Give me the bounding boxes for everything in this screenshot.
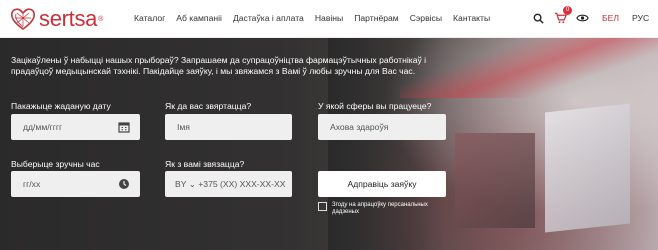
search-icon[interactable]	[531, 11, 545, 25]
nav-news[interactable]: Навіны	[315, 13, 343, 23]
consent-checkbox[interactable]	[318, 202, 327, 211]
nav-catalog[interactable]: Каталог	[134, 13, 165, 23]
consent-text: Згоду на апрацоўку персанальных дадзеных	[332, 202, 428, 215]
nav-about[interactable]: Аб кампаніі	[176, 13, 222, 23]
cart-icon[interactable]: 0	[553, 6, 572, 25]
sphere-select[interactable]: Ахова здароўя	[318, 114, 446, 140]
heart-logo-icon	[10, 8, 36, 30]
site-header: sertsa ® Каталог Аб кампаніі Дастаўка і а…	[0, 0, 658, 38]
date-label: Пакажыце жаданую дату	[11, 101, 111, 111]
phone-field[interactable]: BY ⌄ +375 (XX) XXX-XX-XX	[165, 171, 292, 197]
hero-section: Зацікаўлены ў набыцці нашых прыбораў? За…	[0, 38, 658, 250]
calendar-icon[interactable]	[118, 121, 130, 133]
header-actions: 0 БЕЛ РУС	[531, 6, 649, 25]
name-placeholder: Імя	[177, 122, 190, 132]
time-label: Выберыце зручны час	[11, 159, 100, 169]
name-field[interactable]: Імя	[165, 114, 292, 140]
eye-icon[interactable]	[575, 11, 589, 25]
nav-contacts[interactable]: Кантакты	[453, 13, 490, 23]
name-label: Як да вас звяртацца?	[165, 101, 252, 111]
sphere-value: Ахова здароўя	[330, 122, 389, 132]
cart-count-badge: 0	[563, 6, 572, 15]
date-placeholder: дд/мм/гггг	[23, 122, 63, 132]
product-box-decoration	[455, 133, 535, 228]
date-field[interactable]: дд/мм/гггг	[11, 114, 140, 140]
submit-button[interactable]: Адправіць заяўку	[318, 171, 446, 197]
product-box-decoration	[545, 103, 630, 233]
clock-icon[interactable]	[118, 178, 130, 190]
time-field[interactable]: гг/хх	[11, 171, 140, 197]
logo[interactable]: sertsa ®	[10, 7, 103, 31]
lang-ru[interactable]: РУС	[632, 13, 649, 23]
registered-mark: ®	[98, 15, 104, 23]
contact-label: Як з вамі звязацца?	[165, 159, 245, 169]
main-nav: Каталог Аб кампаніі Дастаўка і аплата На…	[134, 13, 501, 23]
hero-intro-text: Зацікаўлены ў набыцці нашых прыбораў? За…	[11, 55, 427, 76]
nav-services[interactable]: Сэрвісы	[410, 13, 442, 23]
brand-name: sertsa	[39, 6, 98, 31]
phone-placeholder: BY ⌄ +375 (XX) XXX-XX-XX	[175, 179, 286, 189]
nav-delivery[interactable]: Дастаўка і аплата	[233, 13, 304, 23]
consent-row: Згоду на апрацоўку персанальных дадзеных	[318, 202, 442, 216]
lang-be[interactable]: БЕЛ	[602, 13, 619, 23]
time-placeholder: гг/хх	[23, 179, 41, 189]
sphere-label: У якой сферы вы працуеце?	[318, 101, 432, 111]
nav-partners[interactable]: Партнёрам	[354, 13, 398, 23]
